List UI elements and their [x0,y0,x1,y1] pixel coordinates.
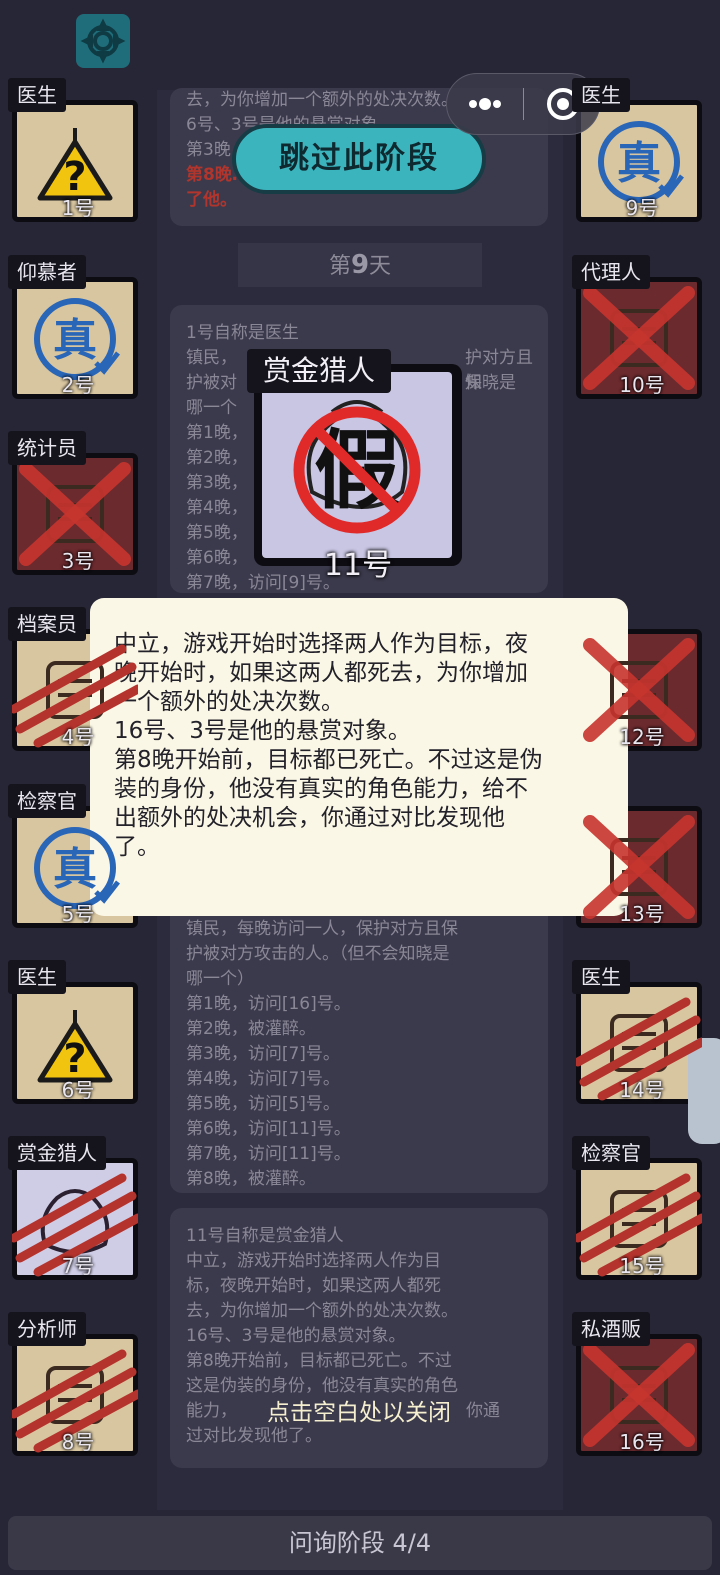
player-role-label: 检察官 [572,1136,650,1170]
log-line: 去，为你增加一个额外的处决次数。 [186,1301,458,1321]
log-line: 16号、3号是他的悬赏对象。 [186,1326,406,1346]
svg-text:真: 真 [53,844,97,895]
log-line: 第1晚，访问[16]号。 [186,994,351,1014]
player-tile[interactable]: 赏金猎人 7号 [8,1136,138,1280]
player-tile[interactable]: 私酒贩 16号 [572,1312,702,1456]
player-role-label: 医生 [572,78,630,112]
popup-line: 了。 [114,834,160,860]
player-tile[interactable]: 统计员 3号 [8,431,138,575]
log-card-player-11[interactable]: 11号自称是赏金猎人 中立，游戏开始时选择两人作为目 标，夜晚开始时，如果这两人… [170,1208,548,1468]
player-tile[interactable]: 分析师 8号 [8,1312,138,1456]
player-tile[interactable]: 真 医生 9号 [572,78,702,222]
player-role-label: 档案员 [8,607,86,641]
log-line: 第4晚，访问[7]号。 [186,1069,340,1089]
player-number: 10号 [619,373,665,397]
log-line: 镇民，每晚访问一人，保护对方且保 [186,919,458,939]
popup-line: 一个额外的处决次数。 [114,689,344,715]
capsule-divider [523,88,524,120]
popup-line: 晚开始时，如果这两人都死去，为你增加 [114,660,528,686]
player-tile[interactable]: 档案员 4号 [8,607,138,751]
log-line: 中立，游戏开始时选择两人作为目 [186,1251,441,1271]
player-number: 13号 [619,902,665,926]
popup-line: 16号、3号是他的悬赏对象。 [114,718,411,744]
player-role-label: 医生 [8,78,66,112]
player-tile[interactable]: ? 医生 1号 [8,78,138,222]
player-tile[interactable]: ? 医生 6号 [8,960,138,1104]
player-role-label: 分析师 [8,1312,86,1346]
player-tile[interactable]: 真 仰慕者 2号 [8,255,138,399]
fake-stamp-icon: 假 [293,400,421,534]
svg-text:真: 真 [53,315,97,366]
phase-indicator: 问询阶段 4/4 [8,1516,712,1570]
popup-line: 第8晚开始前，目标都已死亡。不过这是伪 [114,747,543,773]
log-line: 标，夜晚开始时，如果这两人都死 [186,1276,441,1296]
player-tile[interactable]: 代理人 10号 [572,255,702,399]
log-line: 哪一个） [186,969,254,989]
player-number: 1号 [61,196,95,220]
player-role-label: 私酒贩 [572,1312,650,1346]
player-tile[interactable]: 13号 [572,806,702,928]
popup-role-card: 假 [254,364,462,566]
player-role-label: 代理人 [572,255,650,289]
player-role-label: 仰慕者 [8,255,86,289]
popup-line: 装的身份，他没有真实的角色能力，给不 [114,776,528,802]
player-number: 15号 [619,1254,665,1278]
svg-text:真: 真 [617,138,661,189]
popup-line: 出额外的处决机会，你通过对比发现他 [114,805,505,831]
player-number: 2号 [61,373,95,397]
log-line: 第6晚，访问[11]号。 [186,1119,351,1139]
player-number: 6号 [61,1078,95,1102]
close-hint[interactable]: 点击空白处以关闭 [170,1393,548,1427]
popup-role-title: 赏金猎人 [247,349,392,393]
player-role-label: 检察官 [8,784,86,818]
player-tile[interactable]: 医生 14号 [572,960,702,1104]
player-role-label: 医生 [572,960,630,994]
log-line: 1号自称是医生 [186,323,299,343]
log-line: 第2晚，被灌醉。 [186,1019,316,1039]
log-line: 第3晚，访问[7]号。 [186,1044,340,1064]
log-line: 过对比发现他了。 [186,1426,322,1446]
gear-icon [80,18,126,64]
log-fragment: 知晓是 [465,373,516,393]
log-line: 第8晚开始前，目标都已死亡。不过 [186,1351,452,1371]
role-detail-popup: 中立，游戏开始时选择两人作为目标，夜 晚开始时，如果这两人都死去，为你增加 一个… [90,598,628,916]
log-line: 第8晚，被灌醉。 [186,1169,316,1189]
log-line: 第5晚，访问[5]号。 [186,1094,340,1114]
player-number: 7号 [61,1254,95,1278]
more-dots-icon [469,98,501,110]
player-number: 14号 [619,1078,665,1102]
player-role-label: 医生 [8,960,66,994]
day-number: 9 [350,250,370,280]
log-line: 第7晚，访问[11]号。 [186,1144,351,1164]
player-tile[interactable]: 检察官 15号 [572,1136,702,1280]
popup-line: 中立，游戏开始时选择两人作为目标，夜 [114,631,528,657]
day-prefix: 第 [328,254,351,279]
player-tile[interactable]: 真 检察官 5号 [8,784,138,928]
settings-button[interactable] [76,14,130,68]
player-role-label: 统计员 [8,431,86,465]
player-number: 3号 [61,549,95,573]
day-banner: 第9天 [238,243,482,287]
log-line: 护被对方攻击的人。（但不会知晓是 [186,944,450,964]
player-number: 9号 [625,196,659,220]
player-tile[interactable]: 12号 [572,629,702,751]
player-number: 16号 [619,1430,665,1454]
player-number: 4号 [61,725,95,749]
skip-phase-button[interactable]: 跳过此阶段 [232,124,486,194]
day-suffix: 天 [369,254,392,279]
player-number: 8号 [61,1430,95,1454]
player-role-label: 赏金猎人 [8,1136,106,1170]
more-options-button[interactable] [447,74,523,134]
popup-player-number: 11号 [323,548,393,583]
log-card-player-6[interactable]: 镇民，每晚访问一人，保护对方且保 护被对方攻击的人。（但不会知晓是 哪一个） 第… [170,905,548,1193]
player-number: 12号 [619,725,665,749]
player-number: 5号 [61,902,95,926]
log-line: 11号自称是赏金猎人 [186,1226,344,1246]
